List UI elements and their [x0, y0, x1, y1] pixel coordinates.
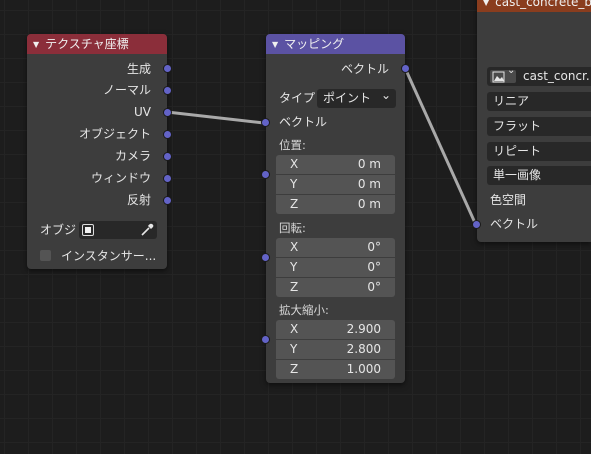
mapping-vector-input: ベクトル: [279, 115, 328, 129]
socket-object[interactable]: [163, 130, 172, 139]
axis-label: Z: [290, 280, 299, 294]
socket-window[interactable]: [163, 174, 172, 183]
output-label: ノーマル: [102, 83, 151, 97]
socket-camera[interactable]: [163, 152, 172, 161]
instancer-checkbox[interactable]: [40, 250, 51, 261]
rotation-x-field[interactable]: X 0°: [276, 238, 395, 257]
axis-label: X: [290, 240, 299, 254]
rotation-y-field[interactable]: Y 0°: [276, 258, 395, 277]
location-label: 位置:: [279, 138, 306, 152]
rotation-label: 回転:: [279, 221, 306, 235]
source-value: 単一画像: [493, 168, 542, 182]
axis-label: Z: [290, 362, 299, 376]
field-value: 0 m: [357, 197, 381, 211]
output-window: ウィンドウ: [91, 168, 151, 188]
scale-x-field[interactable]: X 2.900: [276, 320, 395, 339]
source-dropdown[interactable]: 単一画像: [487, 166, 591, 185]
output-generated: 生成: [127, 59, 151, 79]
scale-label: 拡大縮小:: [279, 303, 329, 317]
axis-label: Y: [290, 177, 298, 191]
extension-dropdown[interactable]: リピート: [487, 142, 591, 161]
axis-label: X: [290, 322, 299, 336]
mapping-node[interactable]: ▼ マッピング ベクトル タイプ ポイント ⌄ ベクトル 位置: X 0 m Y …: [261, 34, 410, 383]
extension-value: リピート: [493, 144, 542, 158]
collapse-icon[interactable]: ▼: [483, 0, 489, 11]
collapse-icon[interactable]: ▼: [272, 35, 278, 54]
image-selector[interactable]: ⌄ cast_concr...: [487, 65, 591, 86]
rotation-z-field[interactable]: Z 0°: [276, 278, 395, 297]
mapping-header[interactable]: ▼ マッピング: [266, 34, 405, 54]
link-uv-to-vector: [166, 110, 265, 125]
output-normal: ノーマル: [103, 80, 151, 100]
output-label: UV: [134, 105, 151, 119]
rotation-socket[interactable]: [261, 253, 270, 262]
mapping-title: マッピング: [284, 37, 345, 51]
image-icon[interactable]: ⌄: [490, 65, 516, 83]
socket-generated[interactable]: [163, 64, 172, 73]
location-x-field[interactable]: X 0 m: [276, 155, 395, 174]
projection-value: フラット: [493, 119, 542, 133]
image-name: cast_concr...: [523, 69, 591, 83]
field-value: 0°: [367, 240, 381, 254]
eyedropper-icon[interactable]: [140, 223, 154, 237]
output-object: オブジェクト: [79, 124, 151, 144]
projection-dropdown[interactable]: フラット: [487, 117, 591, 136]
mapping-vector-socket[interactable]: [261, 118, 270, 127]
field-value: 0 m: [357, 157, 381, 171]
scale-socket[interactable]: [261, 335, 270, 344]
type-dropdown[interactable]: ポイント ⌄: [317, 89, 396, 108]
object-icon: [82, 224, 94, 236]
socket-normal[interactable]: [163, 86, 172, 95]
interpolation-value: リニア: [493, 94, 530, 108]
axis-label: Y: [290, 342, 298, 356]
output-uv: UV: [134, 102, 151, 122]
axis-label: Y: [290, 260, 298, 274]
output-label: カメラ: [114, 149, 151, 163]
scale-z-field[interactable]: Z 1.000: [276, 360, 395, 379]
output-camera: カメラ: [115, 146, 151, 166]
socket-reflection[interactable]: [163, 196, 172, 205]
image-vector-input: ベクトル: [490, 217, 539, 231]
location-socket[interactable]: [261, 170, 270, 179]
output-label: 反射: [126, 193, 151, 207]
field-value: 1.000: [346, 362, 381, 376]
instancer-label: インスタンサー...: [61, 249, 157, 263]
chevron-down-icon: ⌄: [380, 89, 391, 102]
type-label: タイプ: [279, 91, 316, 105]
output-label: ウィンドウ: [90, 171, 151, 185]
axis-label: Z: [290, 197, 299, 211]
link-mapping-to-image: [403, 67, 478, 226]
type-value: ポイント: [323, 91, 372, 105]
texcoord-title: テクスチャ座標: [45, 37, 129, 51]
axis-label: X: [290, 157, 299, 171]
texture-coordinate-node[interactable]: ▼ テクスチャ座標 生成 ノーマル UV オブジェクト カメラ ウィンドウ 反射 …: [27, 34, 172, 269]
collapse-icon[interactable]: ▼: [33, 35, 39, 54]
location-z-field[interactable]: Z 0 m: [276, 195, 395, 214]
chevron-down-icon: ⌄: [507, 65, 516, 76]
interpolation-dropdown[interactable]: リニア: [487, 92, 591, 111]
field-value: 0 m: [357, 177, 381, 191]
socket-uv[interactable]: [163, 108, 172, 117]
object-label: オブジ: [40, 223, 77, 237]
field-value: 2.900: [346, 322, 381, 336]
texcoord-header[interactable]: ▼ テクスチャ座標: [27, 34, 167, 54]
location-y-field[interactable]: Y 0 m: [276, 175, 395, 194]
object-field[interactable]: [79, 221, 157, 239]
output-label: オブジェクト: [78, 127, 151, 141]
scale-y-field[interactable]: Y 2.800: [276, 340, 395, 359]
field-value: 0°: [367, 260, 381, 274]
colorspace-label: 色空間: [490, 193, 527, 207]
image-vector-socket[interactable]: [472, 220, 481, 229]
mapping-output-vector: ベクトル: [340, 62, 389, 76]
output-reflection: 反射: [127, 190, 151, 210]
field-value: 0°: [367, 280, 381, 294]
mapping-output-socket[interactable]: [401, 64, 410, 73]
image-title: cast_concrete_b: [495, 0, 591, 9]
output-label: 生成: [126, 62, 151, 76]
field-value: 2.800: [346, 342, 381, 356]
image-header[interactable]: ▼ cast_concrete_b: [477, 0, 591, 12]
image-texture-node[interactable]: ▼ cast_concrete_b ⌄ cast_concr... リニア フラッ…: [472, 0, 591, 242]
